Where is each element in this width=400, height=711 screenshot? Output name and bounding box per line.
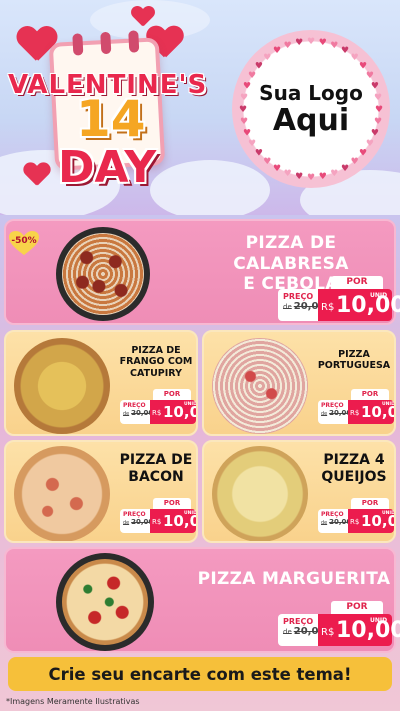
por-label: POR: [153, 389, 191, 400]
heart-icon: ♥: [366, 139, 374, 149]
heart-icon: ♥: [341, 46, 349, 56]
old-price-box: PREÇO de 20,00: [278, 289, 325, 321]
header-banner: VALENTINE'S 14 DAY ♥ ♥ ♥ ♥ ♥ ♥ ♥ ♥ ♥ ♥ ♥ ♥ ♥ ♥ ♥ ♥ ♥ ♥ ♥ ♥ ♥…: [0, 0, 400, 215]
product-card-bacon[interactable]: PIZZA DE BACON POR PREÇO de20,00 R$ 10,0…: [4, 440, 198, 543]
heart-icon: ♥: [255, 61, 263, 71]
heart-icon: ♥: [243, 82, 251, 92]
heart-icon: ♥: [243, 128, 251, 138]
heart-icon: ♥: [374, 117, 382, 127]
old-price-box: PREÇO de 20,00: [120, 400, 153, 424]
heart-icon: ♥: [248, 71, 256, 81]
price-box: R$ 10,00 UNID: [348, 400, 394, 424]
pizza-calabresa-image: [62, 233, 144, 315]
heart-icon: ♥: [295, 172, 303, 182]
heart-icon: ♥: [375, 105, 383, 115]
heart-icon: ♥: [319, 38, 327, 48]
day-number: 14: [76, 90, 146, 148]
heart-icon: ♥: [359, 149, 367, 159]
heart-icon: ♥: [359, 61, 367, 71]
pizza-marguerita-image: [62, 559, 148, 645]
por-label: POR: [331, 601, 383, 614]
heart-icon: ♥: [248, 139, 256, 149]
heart-icon: ♥: [239, 105, 247, 115]
product-card-portuguesa[interactable]: PIZZA PORTUGUESA POR PREÇO de 20,00 R$ 10…: [202, 330, 396, 436]
footnote: *Imagens Meramente Ilustrativas: [6, 697, 140, 706]
heart-icon: ♥: [319, 172, 327, 182]
heart-icon: ♥: [263, 53, 271, 63]
cta-banner[interactable]: Crie seu encarte com este tema!: [8, 657, 392, 691]
price-box: R$ 10,00 UNID: [318, 614, 400, 646]
product-title: PIZZA DE FRANGO COM CATUPIRY: [119, 345, 193, 379]
pizza-frango-image: [14, 338, 110, 434]
heart-icon: ♥: [307, 173, 315, 183]
heart-icon: ♥: [284, 41, 292, 51]
heart-icon: ♥: [307, 37, 315, 47]
product-title: PIZZA DE BACON: [119, 452, 193, 485]
pizza-4-queijos-image: [212, 446, 308, 541]
logo-text-line2: Aqui: [272, 102, 350, 138]
heart-icon: ♥: [273, 164, 281, 174]
old-price-box: PREÇO de 20,00: [318, 400, 351, 424]
heart-icon: ♥: [366, 71, 374, 81]
pizza-portuguesa-image: [212, 338, 308, 434]
heart-icon: ♥: [263, 157, 271, 167]
product-card-frango[interactable]: PIZZA DE FRANGO COM CATUPIRY POR PREÇO d…: [4, 330, 198, 436]
heart-icon: ♥: [351, 53, 359, 63]
heart-icon: [23, 163, 50, 187]
heart-icon: ♥: [255, 149, 263, 159]
heart-icon: ♥: [351, 157, 359, 167]
heart-icon: ♥: [371, 82, 379, 92]
por-label: POR: [351, 498, 389, 509]
old-price-box: PREÇO de 20,00: [318, 509, 351, 533]
price-box: R$ 10,00 UNID: [150, 400, 196, 424]
heart-icon: [131, 7, 155, 28]
heart-icon: ♥: [295, 38, 303, 48]
discount-badge: -50%: [8, 230, 40, 256]
por-label: POR: [331, 276, 383, 289]
old-price-box: PREÇO de 20,00: [278, 614, 325, 646]
price-box: R$ 10,00 UNID: [348, 509, 394, 533]
por-label: POR: [153, 498, 191, 509]
day-title: DAY: [58, 142, 157, 193]
logo-placeholder: ♥ ♥ ♥ ♥ ♥ ♥ ♥ ♥ ♥ ♥ ♥ ♥ ♥ ♥ ♥ ♥ ♥ ♥ ♥ ♥ ♥ ♥ ♥ ♥ ♥ ♥ ♥ ♥ ♥ ♥ ♥ ♥ ♥ ♥ ♥ ♥ Sua…: [232, 30, 390, 188]
heart-icon: ♥: [330, 41, 338, 51]
heart-icon: ♥: [273, 46, 281, 56]
heart-icon: ♥: [284, 169, 292, 179]
price-box: R$ 10,00 UNID: [150, 509, 196, 533]
heart-icon: ♥: [374, 93, 382, 103]
por-label: POR: [351, 389, 389, 400]
product-title: PIZZA 4 QUEIJOS: [321, 452, 387, 485]
heart-icon: ♥: [341, 164, 349, 174]
product-title: PIZZA PORTUGUESA: [317, 349, 391, 372]
heart-icon: ♥: [371, 128, 379, 138]
heart-icon: ♥: [330, 169, 338, 179]
logo-text-line1: Sua Logo: [259, 80, 363, 105]
old-price-box: PREÇO de 20,00: [120, 509, 153, 533]
heart-icon: ♥: [240, 93, 248, 103]
pizza-bacon-image: [14, 446, 110, 541]
price-box: R$ 10,00 UNID: [318, 289, 400, 321]
product-title: PIZZA MARGUERITA: [197, 569, 391, 589]
heart-icon: ♥: [240, 117, 248, 127]
product-card-4-queijos[interactable]: PIZZA 4 QUEIJOS POR PREÇO de 20,00 R$ 10,…: [202, 440, 396, 543]
